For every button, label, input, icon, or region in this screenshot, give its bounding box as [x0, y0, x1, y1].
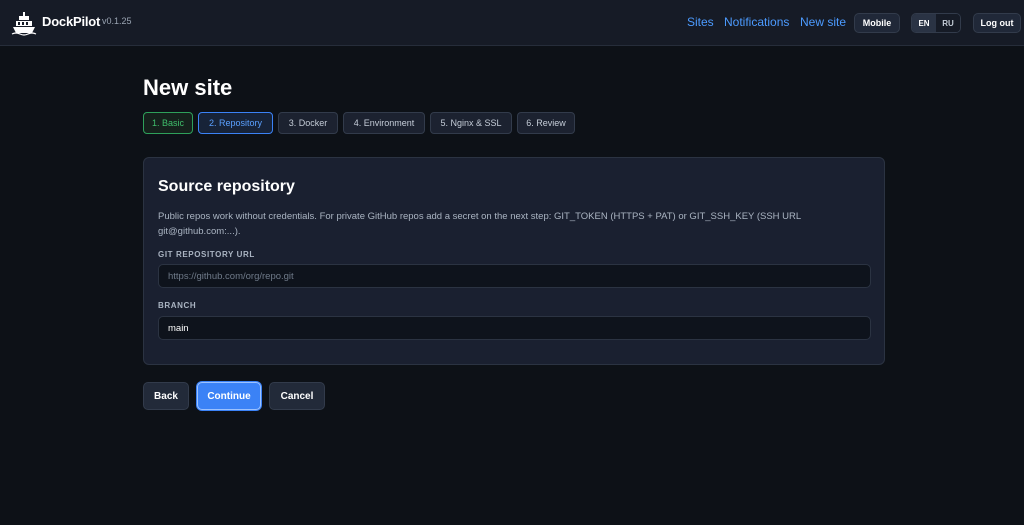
source-repository-card: Source repository Public repos work with… — [143, 157, 885, 365]
card-title: Source repository — [158, 178, 295, 195]
repo-url-label: GIT REPOSITORY URL — [158, 250, 255, 259]
brand-name[interactable]: DockPilot — [42, 14, 100, 29]
back-button[interactable]: Back — [143, 382, 189, 410]
mobile-button[interactable]: Mobile — [854, 13, 900, 33]
step-environment[interactable]: 4. Environment — [343, 112, 425, 134]
ship-logo-icon[interactable] — [10, 10, 38, 36]
repo-url-input[interactable] — [158, 264, 871, 288]
step-nginx-ssl[interactable]: 5. Nginx & SSL — [430, 112, 512, 134]
step-basic[interactable]: 1. Basic — [143, 112, 193, 134]
nav-link-new-site[interactable]: New site — [800, 15, 846, 29]
nav-link-sites[interactable]: Sites — [687, 15, 714, 29]
lang-ru-button[interactable]: RU — [936, 14, 960, 32]
lang-en-button[interactable]: EN — [912, 14, 936, 32]
card-description: Public repos work without credentials. F… — [158, 211, 801, 237]
nav-link-notifications[interactable]: Notifications — [724, 15, 789, 29]
step-repository[interactable]: 2. Repository — [198, 112, 273, 134]
step-docker[interactable]: 3. Docker — [278, 112, 338, 134]
cancel-button[interactable]: Cancel — [269, 382, 325, 410]
version-label: v0.1.25 — [102, 16, 132, 26]
page-title: New site — [143, 75, 233, 100]
top-navbar: DockPilot v0.1.25 Sites Notifications Ne… — [0, 0, 1024, 46]
continue-button[interactable]: Continue — [197, 382, 261, 410]
logout-button[interactable]: Log out — [973, 13, 1021, 33]
language-switcher: EN RU — [911, 13, 961, 33]
step-review[interactable]: 6. Review — [517, 112, 575, 134]
branch-label: BRANCH — [158, 301, 197, 310]
branch-input[interactable] — [158, 316, 871, 340]
